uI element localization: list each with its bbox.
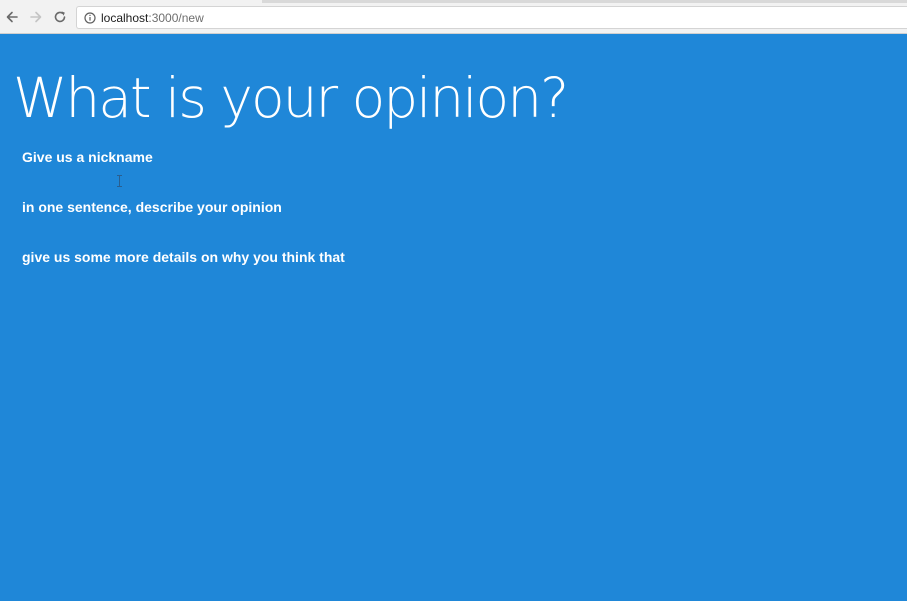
page-title: What is your opinion? <box>13 66 569 130</box>
text-cursor-icon <box>117 175 122 187</box>
nickname-label: Give us a nickname <box>22 149 153 165</box>
browser-toolbar: localhost:3000/new <box>0 0 907 34</box>
url-text: localhost:3000/new <box>101 11 204 25</box>
reload-button[interactable] <box>51 8 69 26</box>
url-host: localhost <box>101 10 149 25</box>
arrow-right-icon <box>30 11 42 23</box>
address-bar[interactable]: localhost:3000/new <box>76 6 907 29</box>
arrow-left-icon <box>6 11 18 23</box>
page-viewport: What is your opinion? Give us a nickname… <box>0 34 907 601</box>
reload-icon <box>54 11 66 23</box>
opinion-label: in one sentence, describe your opinion <box>22 199 282 215</box>
forward-button[interactable] <box>27 8 45 26</box>
back-button[interactable] <box>3 8 21 26</box>
active-tab-edge[interactable] <box>0 0 262 3</box>
details-label: give us some more details on why you thi… <box>22 249 345 265</box>
info-icon[interactable] <box>82 10 98 26</box>
tab-strip <box>0 0 907 3</box>
url-path: :3000/new <box>148 10 204 25</box>
